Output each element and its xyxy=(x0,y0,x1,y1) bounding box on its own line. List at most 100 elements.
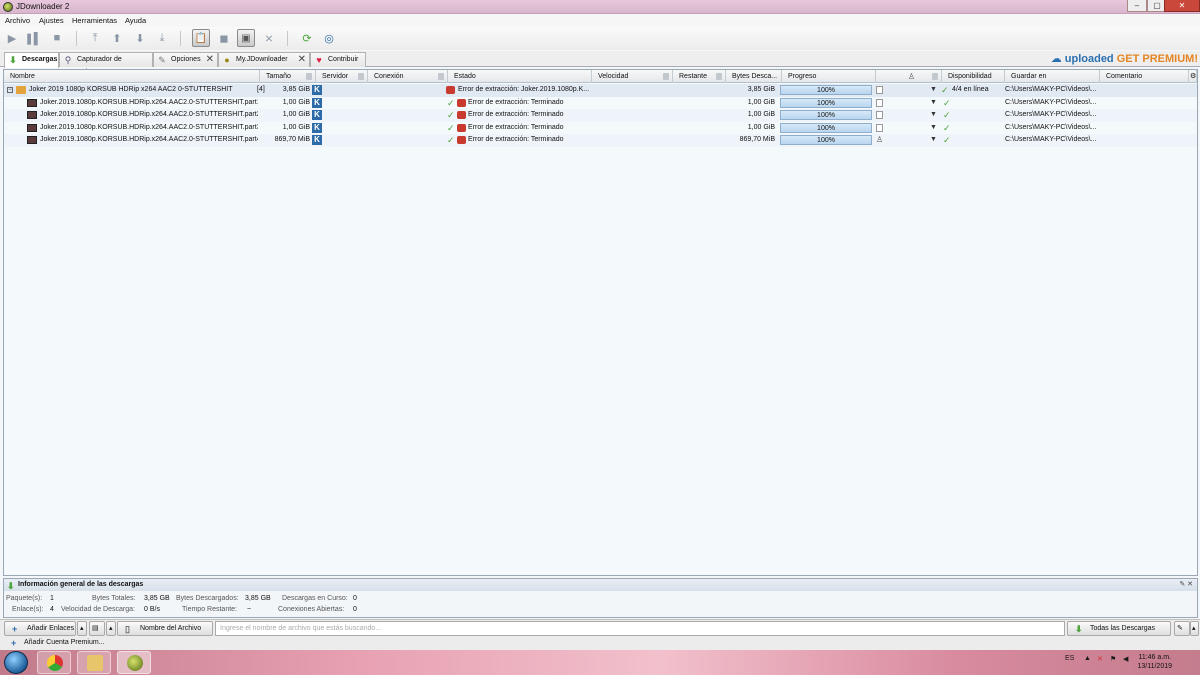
taskbar-jdownloader[interactable] xyxy=(117,651,151,674)
comment-icon xyxy=(876,111,883,119)
move-bottom-icon[interactable]: ⤓ xyxy=(155,31,169,45)
network-error-icon[interactable]: ✕ xyxy=(1097,655,1103,663)
minimize-button[interactable]: – xyxy=(1127,0,1147,12)
view-dropdown[interactable]: ▴ xyxy=(106,621,116,636)
file-progress: 100% xyxy=(780,110,872,120)
search-input[interactable]: Ingrese el nombre de archivo que estás b… xyxy=(215,621,1065,636)
col-guardar[interactable]: Guardar en xyxy=(1005,70,1100,83)
download-summary-panel: ⬇ Información general de las descargas ✎… xyxy=(3,578,1198,618)
col-label: Restante xyxy=(679,73,708,80)
settings-dropdown[interactable]: ▴ xyxy=(1190,621,1199,636)
taskbar-chrome[interactable] xyxy=(37,651,71,674)
priority-dropdown-icon[interactable]: ▼ xyxy=(930,97,937,110)
package-row[interactable]: − Joker 2019 1080p KORSUB HDRip x264 AAC… xyxy=(4,84,1197,97)
shutdown-icon[interactable]: ⨯ xyxy=(262,31,276,45)
pause-icon[interactable]: ❚▌ xyxy=(25,31,42,45)
tab-capturador[interactable]: ⚲ Capturador de Enlaces xyxy=(59,52,153,76)
summary-value: 0 B/s xyxy=(144,606,160,613)
priority-dropdown-icon[interactable]: ▼ xyxy=(930,109,937,122)
col-nombre[interactable]: Nombre xyxy=(4,70,260,83)
tray-expand-icon[interactable]: ▲ xyxy=(1084,655,1091,662)
menu-herramientas[interactable]: Herramientas xyxy=(72,16,117,25)
package-save-to: C:\Users\MAKY-PC\Videos\... xyxy=(1005,86,1097,93)
file-progress: 100% xyxy=(780,97,872,108)
play-icon[interactable]: ▶ xyxy=(5,31,19,45)
move-top-icon[interactable]: ⤒ xyxy=(88,31,102,45)
tab-contribuir[interactable]: ♥ Contribuir xyxy=(310,52,366,67)
online-check-icon: ✓ xyxy=(943,110,951,120)
pin-close-icons[interactable]: ✎ ✕ xyxy=(1179,579,1193,591)
file-row[interactable]: Joker.2019.1080p.KORSUB.HDRip.x264.AAC2.… xyxy=(4,109,1197,122)
file-row[interactable]: Joker.2019.1080p.KORSUB.HDRip.x264.AAC2.… xyxy=(4,122,1197,135)
close-tab-icon[interactable]: ✕ xyxy=(298,53,306,66)
file-size: 1,00 GiB xyxy=(282,111,310,118)
rar-file-icon xyxy=(27,136,37,144)
col-label: Velocidad xyxy=(598,73,629,80)
add-premium-link[interactable]: Añadir Cuenta Premium... xyxy=(24,639,105,646)
menu-ayuda[interactable]: Ayuda xyxy=(125,16,146,25)
settings-tool-icon[interactable]: ✎ xyxy=(1174,621,1190,636)
col-restante[interactable]: Restante xyxy=(673,70,726,83)
menu-ajustes[interactable]: Ajustes xyxy=(39,16,64,25)
summary-label: Bytes Totales: xyxy=(92,595,136,602)
move-up-icon[interactable]: ⬆ xyxy=(110,31,124,45)
tab-descargas[interactable]: ⬇ Descargas xyxy=(4,52,59,68)
stop-icon[interactable]: ■ xyxy=(50,31,64,45)
col-progreso[interactable]: Progreso xyxy=(782,70,876,83)
comment-icon xyxy=(876,98,883,107)
col-comentario[interactable]: Comentario xyxy=(1100,70,1189,83)
col-tamano[interactable]: Tamaño xyxy=(260,70,316,83)
col-bytes[interactable]: Bytes Desca... xyxy=(726,70,782,83)
add-links-dropdown[interactable]: ▴ xyxy=(77,621,87,636)
file-status: Error de extracción: Terminado xyxy=(468,98,564,106)
collapse-icon[interactable]: − xyxy=(7,87,13,93)
comment-icon xyxy=(876,123,883,132)
menu-archivo[interactable]: Archivo xyxy=(5,16,30,25)
clipboard-observer-icon[interactable]: 📋 xyxy=(192,29,210,47)
premium-banner[interactable]: ☁ uploaded GET PREMIUM! xyxy=(1051,52,1198,66)
column-settings-icon[interactable]: ⚙ xyxy=(1189,70,1197,83)
close-tab-icon[interactable]: ✕ xyxy=(206,53,214,66)
reconnect-icon[interactable]: ⟳ xyxy=(300,31,314,45)
col-estado[interactable]: Estado xyxy=(448,70,592,83)
tab-opciones[interactable]: ✎ Opciones ✕ xyxy=(153,52,218,67)
col-prioridad[interactable]: ♙ xyxy=(876,70,942,83)
volume-icon[interactable]: ◀ xyxy=(1123,655,1128,663)
col-servidor[interactable]: Servidor xyxy=(316,70,368,83)
tab-myjdownloader[interactable]: ● My.JDownloader ✕ xyxy=(218,52,310,67)
wrench-icon: ✎ xyxy=(158,55,166,65)
col-conexion[interactable]: Conexión xyxy=(368,70,448,83)
close-button[interactable]: ✕ xyxy=(1164,0,1200,12)
host-icon: K xyxy=(312,85,322,95)
promo-brand: uploaded xyxy=(1064,53,1114,65)
flag-icon[interactable]: ⚑ xyxy=(1110,655,1116,663)
add-links-button[interactable]: + Añadir Enlaces xyxy=(4,621,76,636)
main-toolbar: ▶ ❚▌ ■ ⤒ ⬆ ⬇ ⤓ 📋 ◼ ▣ ⨯ ⟳ ◎ xyxy=(0,27,1200,50)
col-velocidad[interactable]: Velocidad xyxy=(592,70,673,83)
file-save-to: C:\Users\MAKY-PC\Videos\... xyxy=(1005,111,1097,118)
language-indicator[interactable]: ES xyxy=(1065,655,1074,662)
priority-dropdown-icon[interactable]: ▼ xyxy=(930,84,937,97)
start-button[interactable] xyxy=(4,651,28,674)
update-icon[interactable]: ◎ xyxy=(322,31,336,45)
search-filter-select[interactable]: ▯ Nombre del Archivo xyxy=(117,621,213,636)
taskbar-explorer[interactable] xyxy=(77,651,111,674)
clock[interactable]: 11:46 a.m. 13/11/2019 xyxy=(1137,653,1172,671)
list-view-icon[interactable]: ▤ xyxy=(89,621,105,636)
priority-person-icon: ♙ xyxy=(876,135,884,144)
summary-value: 3,85 GB xyxy=(245,595,271,602)
file-progress: 100% xyxy=(780,135,872,145)
premium-toggle-icon[interactable]: ◼ xyxy=(217,31,231,45)
all-downloads-select[interactable]: ⬇ Todas las Descargas xyxy=(1067,621,1171,636)
file-row[interactable]: Joker.2019.1080p.KORSUB.HDRip.x264.AAC2.… xyxy=(4,97,1197,110)
file-row[interactable]: Joker.2019.1080p.KORSUB.HDRip.x264.AAC2.… xyxy=(4,134,1197,147)
col-disponibilidad[interactable]: Disponibilidad xyxy=(942,70,1005,83)
online-check-icon: ✓ xyxy=(943,122,951,133)
silent-mode-icon[interactable]: ▣ xyxy=(237,29,255,47)
priority-dropdown-icon[interactable]: ▼ xyxy=(930,122,937,135)
priority-dropdown-icon[interactable]: ▼ xyxy=(930,134,937,147)
download-arrow-icon: ⬇ xyxy=(1075,624,1083,634)
file-bytes: 1,00 GiB xyxy=(747,111,775,118)
toolbar-separator xyxy=(180,31,181,46)
move-down-icon[interactable]: ⬇ xyxy=(133,31,147,45)
